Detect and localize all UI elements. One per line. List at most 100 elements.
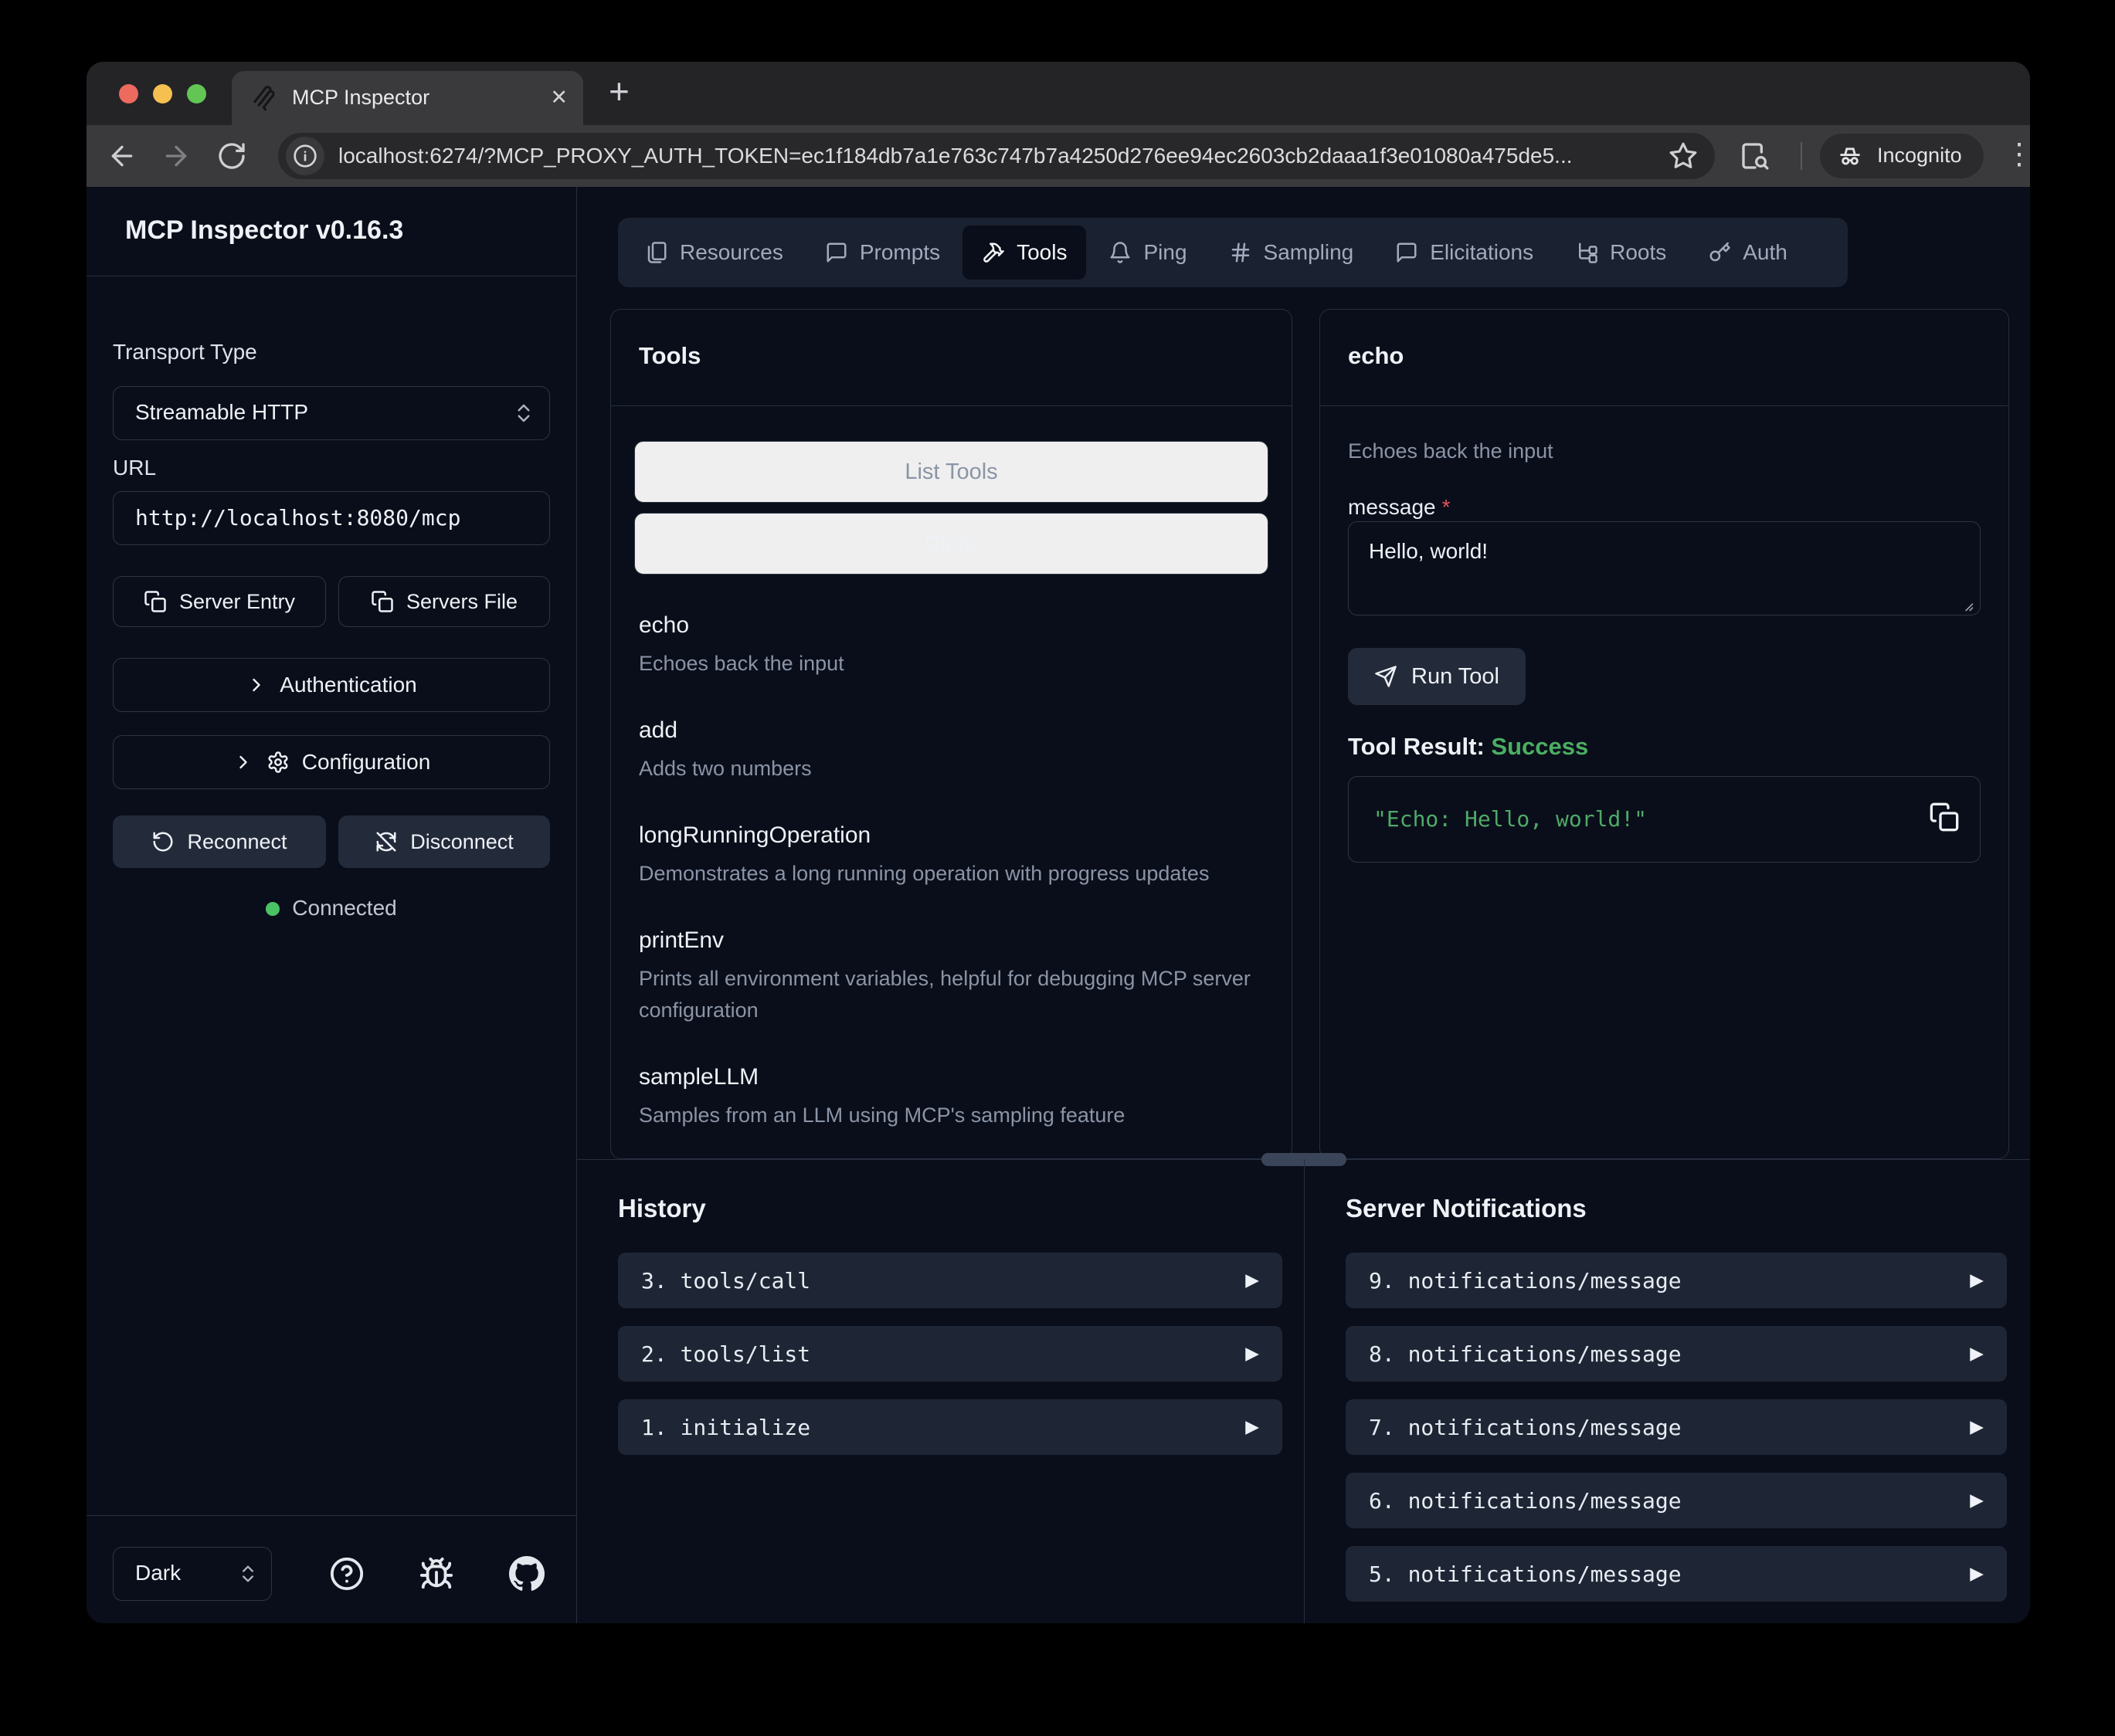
tab-close-icon[interactable]: ✕ xyxy=(550,71,568,125)
tab-auth[interactable]: Auth xyxy=(1689,225,1807,280)
chevron-right-icon xyxy=(233,751,254,773)
browser-tab[interactable]: MCP Inspector ✕ xyxy=(232,71,583,125)
files-icon xyxy=(645,241,668,264)
run-tool-button[interactable]: Run Tool xyxy=(1348,648,1526,705)
tools-panel-title: Tools xyxy=(639,310,701,406)
server-notifications-title: Server Notifications xyxy=(1346,1194,2007,1223)
forward-icon[interactable] xyxy=(161,141,192,171)
help-icon[interactable] xyxy=(329,1556,365,1592)
history-item[interactable]: 3. tools/call ▶ xyxy=(618,1253,1282,1308)
incognito-label: Incognito xyxy=(1877,134,1962,178)
chevrons-up-down-icon xyxy=(512,402,535,425)
theme-select[interactable]: Dark xyxy=(113,1547,272,1601)
configuration-toggle[interactable]: Configuration xyxy=(113,735,550,789)
run-tool-label: Run Tool xyxy=(1411,664,1499,690)
tab-label: Roots xyxy=(1610,240,1666,265)
url-bar[interactable]: localhost:6274/?MCP_PROXY_AUTH_TOKEN=ec1… xyxy=(278,133,1715,179)
transport-type-select[interactable]: Streamable HTTP xyxy=(113,386,550,440)
toolbar-divider xyxy=(1801,142,1802,170)
bell-icon xyxy=(1108,241,1132,264)
server-url-input[interactable]: http://localhost:8080/mcp xyxy=(113,491,550,545)
history-panel: History 3. tools/call ▶ 2. tools/list ▶ … xyxy=(618,1194,1282,1473)
vertical-divider xyxy=(1304,1159,1305,1623)
send-icon xyxy=(1374,665,1397,688)
transport-type-label: Transport Type xyxy=(113,340,257,364)
connection-status: Connected xyxy=(87,896,576,921)
tool-description: Adds two numbers xyxy=(639,753,1264,785)
servers-file-button[interactable]: Servers File xyxy=(338,576,550,627)
list-item[interactable]: longRunningOperation Demonstrates a long… xyxy=(639,822,1264,890)
tool-description: Prints all environment variables, helpfu… xyxy=(639,963,1264,1028)
github-icon[interactable] xyxy=(509,1556,545,1592)
list-tools-button[interactable]: List Tools xyxy=(634,441,1268,503)
history-title: History xyxy=(618,1194,1282,1223)
tab-tools[interactable]: Tools xyxy=(962,225,1086,280)
tool-result-status: Success xyxy=(1491,733,1588,760)
tool-description: Demonstrates a long running operation wi… xyxy=(639,858,1264,890)
tool-result-value: "Echo: Hello, world!" xyxy=(1373,806,1647,832)
history-item[interactable]: 2. tools/list ▶ xyxy=(618,1326,1282,1382)
copy-result-icon[interactable] xyxy=(1929,802,1960,832)
tool-detail-header: echo xyxy=(1320,310,2008,406)
reconnect-label: Reconnect xyxy=(187,830,287,854)
tab-ping[interactable]: Ping xyxy=(1089,225,1206,280)
tab-label: Tools xyxy=(1017,240,1067,265)
minimize-window-button[interactable] xyxy=(153,84,172,103)
clear-tools-button[interactable]: Clear xyxy=(634,513,1268,575)
tool-name: add xyxy=(639,717,1264,744)
browser-toolbar: localhost:6274/?MCP_PROXY_AUTH_TOKEN=ec1… xyxy=(87,125,2030,187)
hash-icon xyxy=(1229,241,1252,264)
tool-result-label: Tool Result: xyxy=(1348,733,1485,760)
history-item[interactable]: 1. initialize ▶ xyxy=(618,1399,1282,1455)
bookmark-star-icon[interactable] xyxy=(1669,141,1698,171)
notification-item[interactable]: 8. notifications/message ▶ xyxy=(1346,1326,2007,1382)
list-item[interactable]: sampleLLM Samples from an LLM using MCP'… xyxy=(639,1064,1264,1132)
reconnect-button[interactable]: Reconnect xyxy=(113,815,326,868)
required-asterisk: * xyxy=(1442,495,1451,519)
list-item[interactable]: echo Echoes back the input xyxy=(639,612,1264,680)
url-text[interactable]: localhost:6274/?MCP_PROXY_AUTH_TOKEN=ec1… xyxy=(338,133,1653,179)
close-window-button[interactable] xyxy=(119,84,138,103)
tool-result-box: "Echo: Hello, world!" xyxy=(1348,776,1981,863)
message-input[interactable]: Hello, world! xyxy=(1348,521,1981,615)
resize-handle-icon[interactable] xyxy=(1959,597,1974,612)
server-entry-label: Server Entry xyxy=(179,590,295,614)
authentication-toggle[interactable]: Authentication xyxy=(113,658,550,712)
hammer-icon xyxy=(982,241,1005,264)
tab-elicitations[interactable]: Elicitations xyxy=(1376,225,1553,280)
authentication-label: Authentication xyxy=(280,673,416,697)
tool-result-line: Tool Result: Success xyxy=(1348,733,1588,761)
tab-prompts[interactable]: Prompts xyxy=(806,225,959,280)
browser-menu-icon[interactable]: ⋮ xyxy=(2004,125,2030,187)
new-tab-button[interactable]: + xyxy=(609,62,630,125)
expand-play-icon: ▶ xyxy=(1245,1344,1259,1364)
message-icon xyxy=(1395,241,1418,264)
tab-resources[interactable]: Resources xyxy=(626,225,803,280)
list-item[interactable]: printEnv Prints all environment variable… xyxy=(639,927,1264,1028)
notification-item[interactable]: 6. notifications/message ▶ xyxy=(1346,1473,2007,1528)
site-info-icon[interactable] xyxy=(286,137,324,175)
maximize-window-button[interactable] xyxy=(187,84,206,103)
reload-icon[interactable] xyxy=(216,141,247,171)
tab-sampling[interactable]: Sampling xyxy=(1210,225,1373,280)
mcp-logo-icon xyxy=(249,83,278,113)
notification-item[interactable]: 7. notifications/message ▶ xyxy=(1346,1399,2007,1455)
sidebar: MCP Inspector v0.16.3 Transport Type Str… xyxy=(87,187,577,1623)
tools-panel: Tools List Tools Clear echo Echoes back … xyxy=(610,309,1292,1159)
tool-name: sampleLLM xyxy=(639,1064,1264,1090)
tool-detail-panel: echo Echoes back the input message* Hell… xyxy=(1319,309,2009,1159)
bug-icon[interactable] xyxy=(419,1556,454,1592)
tab-roots[interactable]: Roots xyxy=(1556,225,1686,280)
param-label: message* xyxy=(1348,495,1451,520)
tab-label: Sampling xyxy=(1264,240,1354,265)
page-search-icon[interactable] xyxy=(1740,141,1770,171)
notification-item[interactable]: 5. notifications/message ▶ xyxy=(1346,1546,2007,1602)
back-icon[interactable] xyxy=(107,141,137,171)
copy-icon xyxy=(371,590,394,613)
list-item[interactable]: add Adds two numbers xyxy=(639,717,1264,785)
server-entry-button[interactable]: Server Entry xyxy=(113,576,326,627)
notification-item[interactable]: 9. notifications/message ▶ xyxy=(1346,1253,2007,1308)
rotate-ccw-icon xyxy=(151,830,175,853)
connected-dot-icon xyxy=(266,902,280,916)
disconnect-button[interactable]: Disconnect xyxy=(338,815,550,868)
